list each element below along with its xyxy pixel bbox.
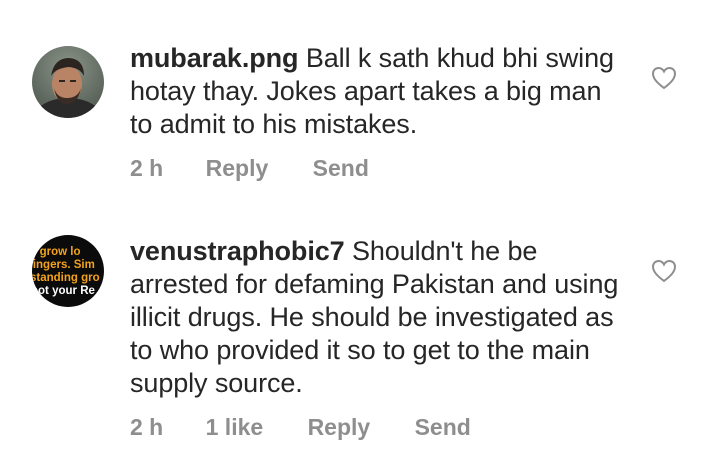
comment-actions: 2 h 1 like Reply Send [130, 414, 509, 441]
username-link[interactable]: mubarak.png [130, 43, 299, 73]
svg-text:s grow lo: s grow lo [32, 246, 80, 258]
heart-outline-icon[interactable] [651, 66, 677, 90]
comment-body: venustraphobic7 Shouldn't he be arrested… [130, 235, 630, 400]
comment-actions: 2 h Reply Send [130, 155, 407, 182]
heart-outline-icon[interactable] [651, 259, 677, 283]
comment-body: mubarak.png Ball k sath khud bhi swing h… [130, 42, 630, 141]
avatar[interactable] [32, 46, 104, 118]
send-button[interactable]: Send [313, 155, 369, 181]
svg-text:fingers. Sim: fingers. Sim [32, 259, 95, 271]
reply-button[interactable]: Reply [308, 414, 371, 440]
likes-count-link[interactable]: 1 like [206, 414, 264, 440]
send-button[interactable]: Send [415, 414, 471, 440]
svg-text:standing gro: standing gro [32, 272, 100, 284]
timestamp: 2 h [130, 155, 164, 181]
svg-text:not your Re: not your Re [32, 285, 95, 297]
timestamp: 2 h [130, 414, 164, 440]
text-quote-image: s grow lo fingers. Sim standing gro not … [32, 235, 104, 307]
reply-button[interactable]: Reply [206, 155, 269, 181]
username-link[interactable]: venustraphobic7 [130, 236, 345, 266]
avatar[interactable]: s grow lo fingers. Sim standing gro not … [32, 235, 104, 307]
profile-photo-man [32, 46, 104, 118]
